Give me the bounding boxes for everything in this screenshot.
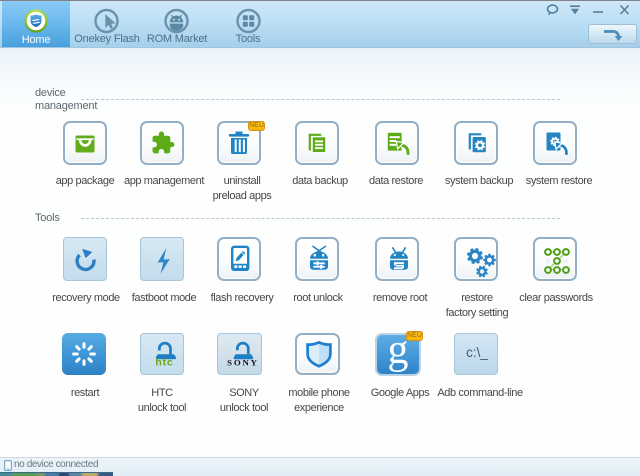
- svg-text:SONY: SONY: [227, 357, 259, 367]
- svg-text:htc: htc: [155, 357, 173, 369]
